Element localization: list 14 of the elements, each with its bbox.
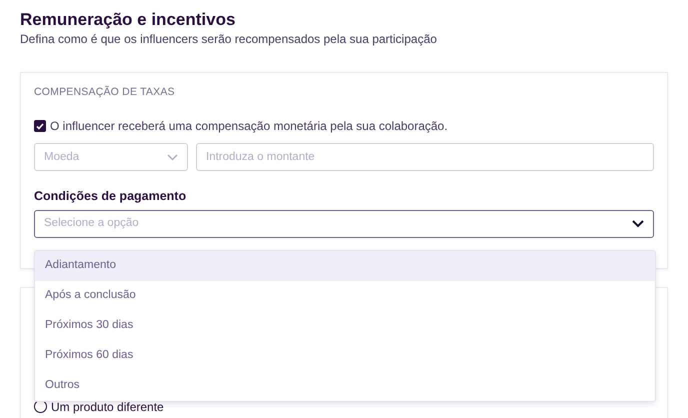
checkbox[interactable] (34, 120, 46, 132)
radio-label: Um produto diferente (51, 398, 164, 416)
dropdown-option[interactable]: Adiantamento (35, 251, 655, 281)
dropdown-option[interactable]: Próximos 30 dias (35, 311, 655, 341)
field-label: Condições de pagamento (34, 188, 188, 206)
section-label: COMPENSAÇÃO DE TAXAS (34, 85, 176, 100)
page-title: Remuneração e incentivos (20, 10, 236, 30)
chevron-icon (167, 154, 178, 161)
chevron-icon (632, 220, 644, 228)
checkbox-label: O influencer receberá uma compensação monetária pela sua colaboração. (50, 118, 448, 136)
dropdown-option[interactable]: Após a conclusão (35, 281, 655, 311)
page-subtitle: Defina como é que os influencers serão recompensados pela sua participação (20, 31, 438, 48)
dropdown-option[interactable]: Próximos 60 dias (35, 341, 655, 371)
dropdown-option[interactable]: Outros (35, 371, 655, 401)
